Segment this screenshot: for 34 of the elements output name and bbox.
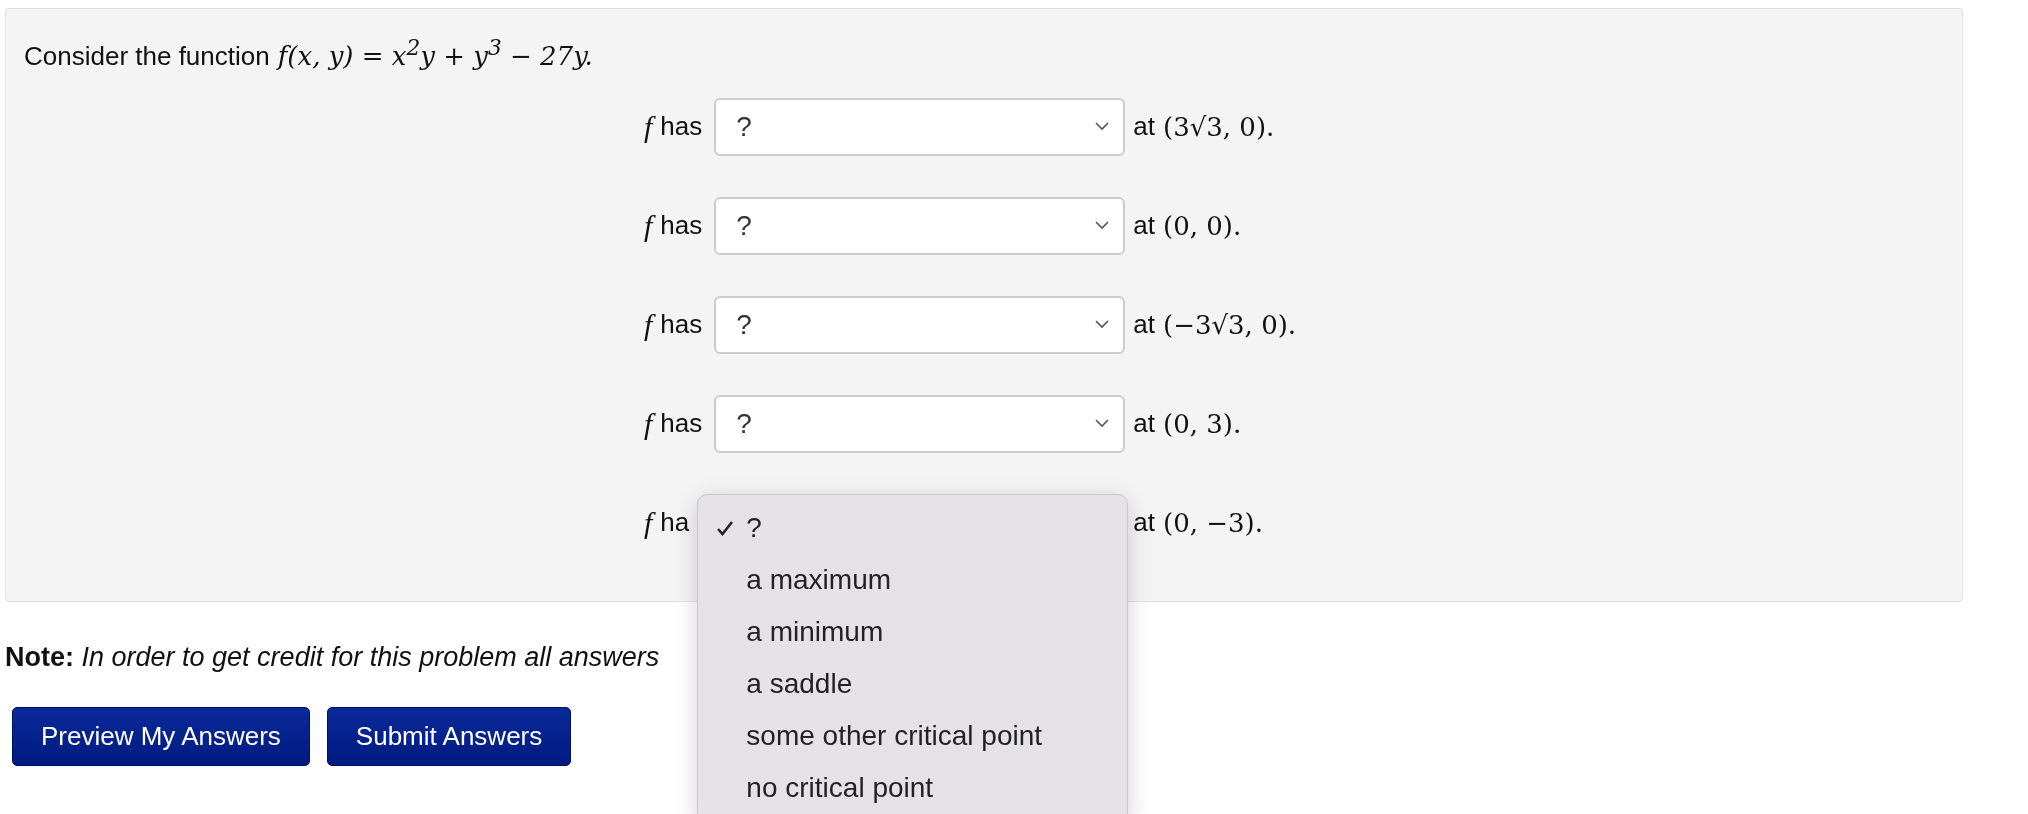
- point-coordinates: (0, 0).: [1163, 210, 1242, 241]
- row-label: at: [1133, 111, 1156, 143]
- chevron-icon: [1095, 122, 1110, 132]
- answer-dropdown[interactable]: ?: [714, 196, 1126, 255]
- menu-option[interactable]: a saddle: [716, 657, 1128, 710]
- answer-dropdown[interactable]: ?: [714, 394, 1126, 453]
- answer-button[interactable]: Submit Answers: [326, 707, 572, 766]
- chevron-icon: [1095, 419, 1110, 429]
- chevron-icon: [1095, 320, 1110, 330]
- point-coordinates: (0, −3).: [1163, 507, 1263, 538]
- menu-option[interactable]: a minimum: [716, 605, 1128, 658]
- answer-button[interactable]: Preview My Answers: [12, 707, 310, 766]
- row-label: has: [660, 111, 704, 143]
- row-label: has: [660, 309, 704, 341]
- chevron-icon: [1095, 221, 1110, 231]
- menu-option[interactable]: a maximum: [716, 553, 1128, 606]
- point-coordinates: (−3√3, 0).: [1163, 309, 1297, 340]
- answer-dropdown[interactable]: ?: [714, 295, 1126, 354]
- row-label: has: [660, 408, 704, 440]
- menu-option[interactable]: some other critical point: [716, 709, 1128, 762]
- row-label: ha: [660, 507, 691, 539]
- note-text: Note: In order to get credit for this problem all answers: [5, 642, 660, 673]
- answer-dropdown[interactable]: ?: [714, 97, 1126, 156]
- row-label: at: [1133, 210, 1156, 242]
- row-label: at: [1133, 408, 1156, 440]
- point-coordinates: (3√3, 0).: [1163, 111, 1275, 142]
- point-coordinates: (0, 3).: [1163, 408, 1242, 439]
- menu-option[interactable]: no critical point: [716, 761, 1128, 814]
- problem-text: Consider the function: [24, 40, 270, 72]
- row-label: has: [660, 210, 704, 242]
- function-formula: f(x, y) = x$^{2}$y + y$^{3}$ − 27y.: [277, 35, 593, 71]
- row-label: at: [1133, 507, 1156, 539]
- menu-option[interactable]: ?: [716, 501, 1128, 554]
- row-label: at: [1133, 309, 1156, 341]
